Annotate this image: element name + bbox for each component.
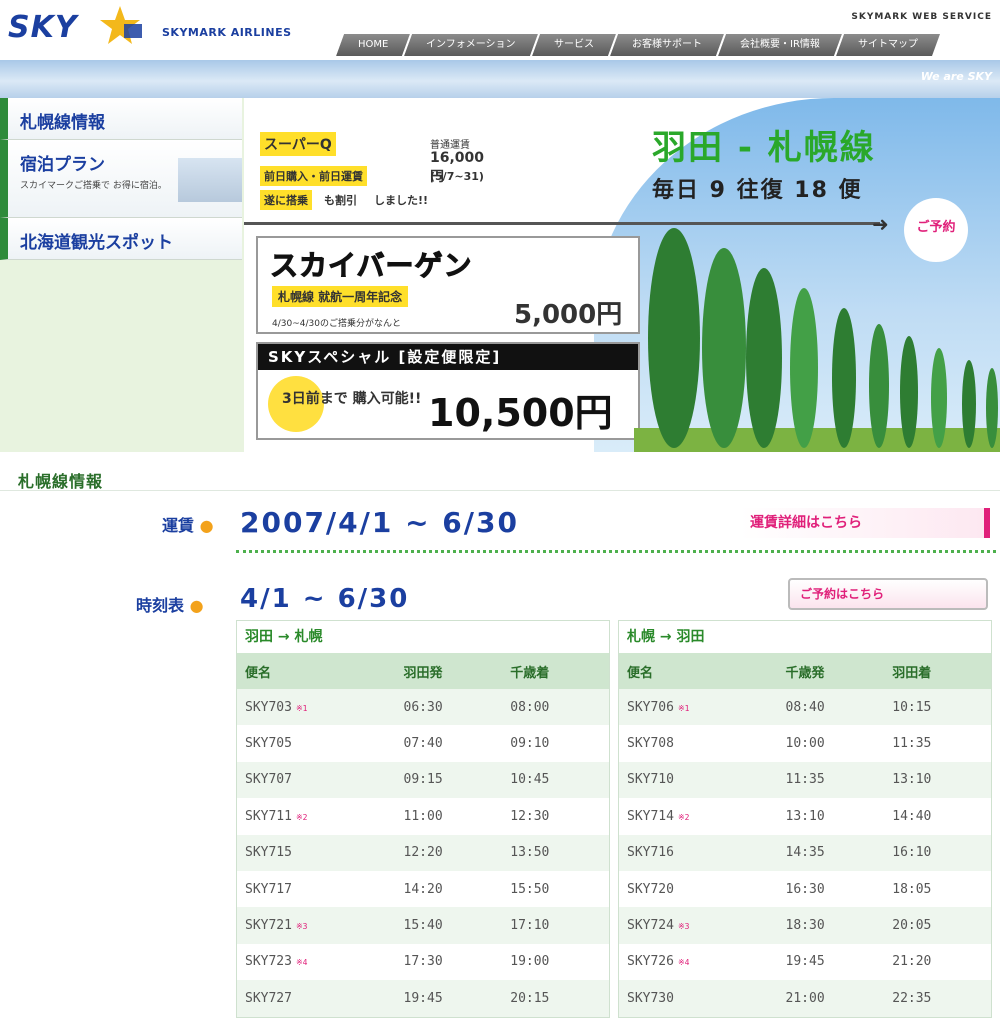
table-row: SKY730 21:00 22:35 <box>619 980 991 1017</box>
dotted-divider <box>236 550 996 553</box>
table-header-row: 便名 羽田発 千歳着 <box>237 653 609 689</box>
nav-information[interactable]: インフォメーション <box>402 34 538 56</box>
table-row: SKY707 09:15 10:45 <box>237 761 609 799</box>
logo[interactable]: SKY <box>8 10 78 45</box>
table-row: SKY717 14:20 15:50 <box>245 881 550 897</box>
table-row: SKY721 ※3 15:40 17:10 <box>237 907 609 944</box>
star-icon <box>100 6 142 44</box>
fare-period: 2007/4/1 ~ 6/30 <box>240 506 519 539</box>
timetable-direction: 札幌 → 羽田 <box>627 629 705 645</box>
table-row: SKY708 10:00 11:35 <box>627 736 932 752</box>
sidebar-item-label: 北海道観光スポット <box>20 233 173 253</box>
table-row: SKY703 ※1 06:30 08:00 <box>237 689 609 726</box>
web-service-label: SKYMARK WEB SERVICE <box>851 12 992 22</box>
header-flight: 便名 <box>619 653 778 689</box>
promo-sky-special[interactable]: SKYスペシャル [設定便限定] 3日前まで 購入可能!! 10,500円~ <box>256 342 640 452</box>
section-title: 札幌線情報 <box>18 472 104 491</box>
fare-label: 運賃 ● <box>162 516 214 535</box>
nav-home[interactable]: HOME <box>333 34 411 56</box>
tagline: We are SKY <box>920 70 992 83</box>
timetable-table: 便名 羽田発 千歳着 SKY703 ※1 06:30 08:00 SKY705 07:4… <box>237 653 609 1017</box>
table-row: SKY726 ※4 19:45 21:20 <box>627 954 932 970</box>
table-row: SKY720 16:30 18:05 <box>627 881 932 897</box>
table-row: SKY714 ※2 13:10 14:40 <box>627 808 932 824</box>
promo-sky-bargain[interactable]: スカイバーゲン 札幌線 就航一周年記念 4/30~4/30のご搭乗分がなんと 5… <box>256 236 640 334</box>
sidebar-item-sub: スカイマークご搭乗で お得に宿泊。 <box>20 181 167 191</box>
timetable-haneda-sapporo: 羽田 → 札幌 便名 羽田発 千歳着 SKY703 ※1 06:30 08:00 SK… <box>236 620 610 1018</box>
header-depart: 千歳発 <box>777 653 885 689</box>
timetable-sapporo-haneda: 札幌 → 羽田 便名 千歳発 羽田着 SKY706 ※1 08:40 10:15 SK… <box>618 620 992 1018</box>
sidebar-item-sapporo-info[interactable]: 札幌線情報 <box>0 98 242 140</box>
poplar-trees-image <box>634 228 1000 452</box>
site-header: SKY SKYMARK AIRLINES SKYMARK WEB SERVICE… <box>0 0 1000 60</box>
table-row: SKY727 19:45 20:15 <box>237 980 609 1017</box>
nav-company[interactable]: 会社概要・IR情報 <box>715 34 842 56</box>
arrow-line <box>244 222 880 225</box>
promo-super-q[interactable]: スーパーQ 普通運賃 16,000円 前日購入・前日運賃 (5/7~31) 遂に… <box>254 118 498 210</box>
hotel-image <box>178 158 242 202</box>
sidebar-item-label: 札幌線情報 <box>20 113 105 133</box>
table-row: SKY711 ※2 11:00 12:30 <box>245 808 550 824</box>
route-frequency: 毎日 9 往復 18 便 <box>652 178 863 203</box>
global-nav: HOME インフォメーション サービス お客様サポート 会社概要・IR情報 サイ… <box>333 34 940 56</box>
sidebar-item-stay-plan[interactable]: 宿泊プラン スカイマークご搭乗で お得に宿泊。 <box>0 140 242 218</box>
table-row: SKY723 ※4 17:30 19:00 <box>245 954 550 970</box>
table-row: SKY724 ※3 18:30 20:05 <box>619 907 991 944</box>
header-depart: 羽田発 <box>395 653 503 689</box>
table-row: SKY706 ※1 08:40 10:15 <box>619 689 991 726</box>
fare-details-link[interactable]: 運賃詳細はこちら <box>740 508 990 538</box>
timetable-period: 4/1 ~ 6/30 <box>240 584 410 614</box>
table-row: SKY716 14:35 16:10 <box>619 834 991 871</box>
divider <box>0 490 1000 491</box>
header-flight: 便名 <box>237 653 396 689</box>
sidebar: 札幌線情報 宿泊プラン スカイマークご搭乗で お得に宿泊。 北海道観光スポット <box>0 98 244 452</box>
table-row: SKY710 11:35 13:10 <box>619 761 991 799</box>
timetable-label: 時刻表 ● <box>136 596 204 615</box>
timetable-table: 便名 千歳発 羽田着 SKY706 ※1 08:40 10:15 SKY708 10:0… <box>619 653 991 1017</box>
nav-sitemap[interactable]: サイトマップ <box>833 34 940 56</box>
nav-support[interactable]: お客様サポート <box>607 34 724 56</box>
table-header-row: 便名 千歳発 羽田着 <box>619 653 991 689</box>
sidebar-item-sightseeing[interactable]: 北海道観光スポット <box>0 218 242 260</box>
reserve-link[interactable]: ご予約はこちら <box>788 578 988 610</box>
table-row: SKY715 12:20 13:50 <box>237 834 609 871</box>
sidebar-item-label: 宿泊プラン <box>20 155 105 175</box>
sky-banner <box>0 60 1000 98</box>
header-arrive: 千歳着 <box>502 653 609 689</box>
route-title: 羽田 - 札幌線 <box>652 128 876 168</box>
hero-banner: スーパーQ 普通運賃 16,000円 前日購入・前日運賃 (5/7~31) 遂に… <box>244 98 1000 452</box>
timetable-direction: 羽田 → 札幌 <box>245 629 323 645</box>
header-arrive: 羽田着 <box>884 653 991 689</box>
logo-subtitle: SKYMARK AIRLINES <box>162 26 292 39</box>
table-row: SKY705 07:40 09:10 <box>245 736 550 752</box>
nav-service[interactable]: サービス <box>529 34 616 56</box>
